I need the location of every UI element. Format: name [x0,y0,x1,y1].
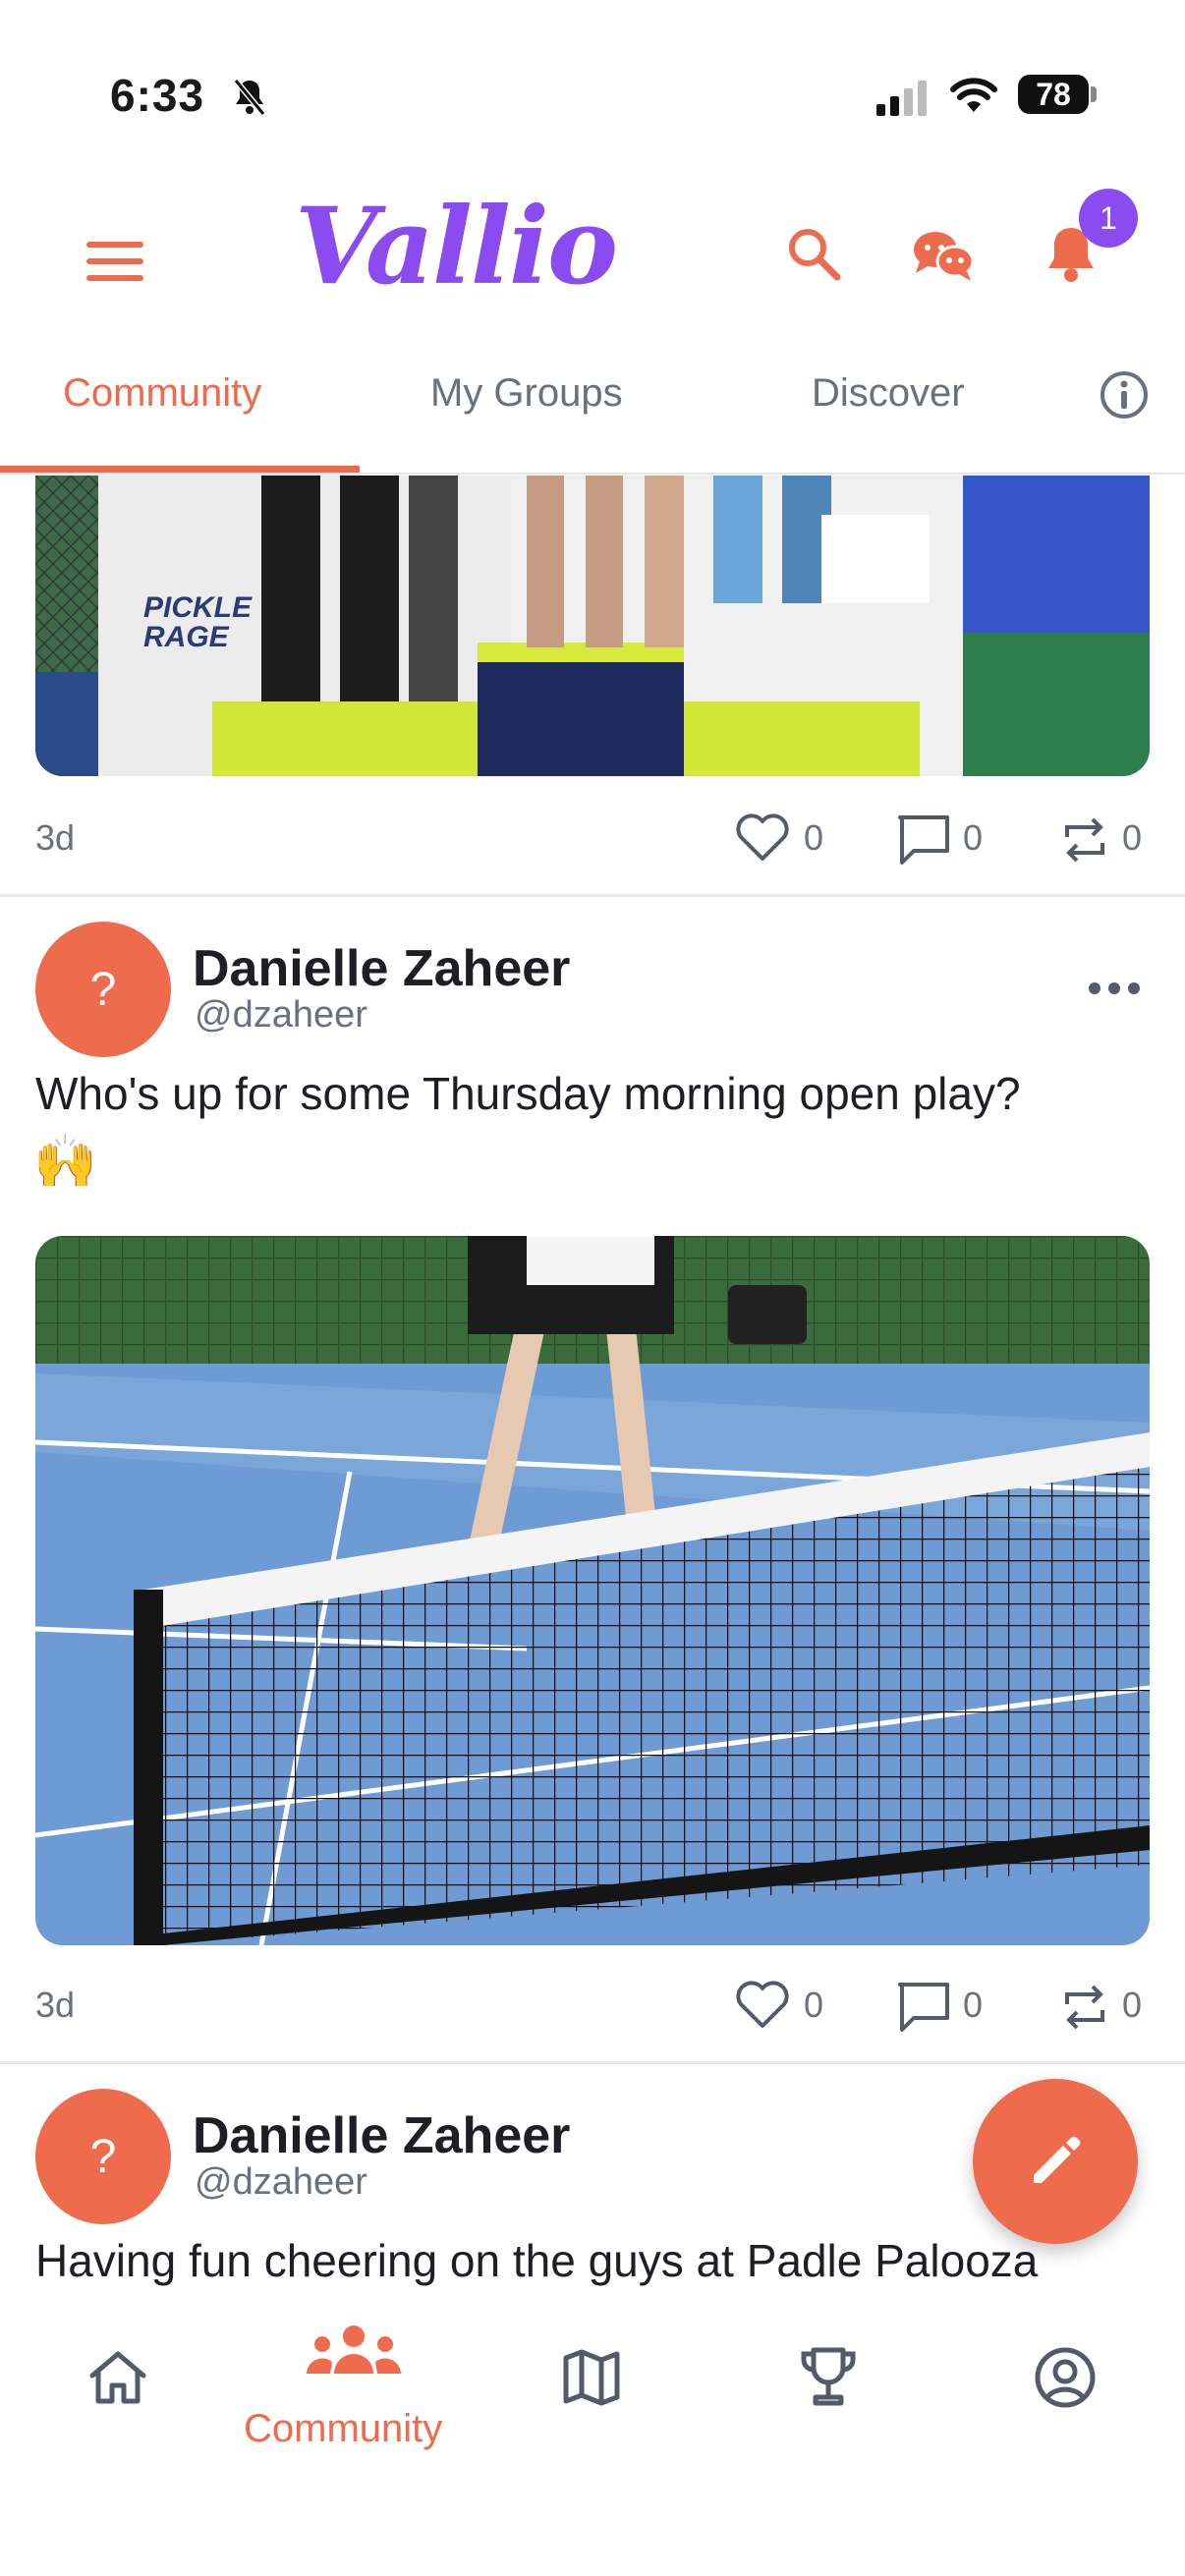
tab-discover[interactable]: Discover [812,371,965,416]
comment-icon[interactable] [896,813,951,867]
profile-icon[interactable] [1034,2346,1097,2409]
battery-indicator: 78 [1018,75,1089,114]
avatar[interactable]: ? [35,922,171,1057]
community-icon[interactable] [303,2324,405,2380]
post-2-comments: 0 [963,1985,984,2025]
comment-icon[interactable] [896,1981,951,2034]
author-name[interactable]: Danielle Zaheer [193,939,570,998]
post-1-comments: 0 [963,817,984,858]
tab-divider [0,473,1185,475]
author-handle: @dzaheer [195,2161,367,2203]
nav-label-community[interactable]: Community [244,2407,442,2451]
post-text: Having fun cheering on the guys at Padle… [35,2235,1039,2286]
battery-tip [1091,86,1097,102]
menu-icon[interactable] [86,240,145,283]
post-image-podium[interactable]: PICKLE RAGE [35,476,1150,776]
compose-post-button[interactable] [973,2079,1138,2244]
post-image-court[interactable] [35,1236,1150,1945]
like-icon[interactable] [735,1981,790,2030]
post-1-reposts: 0 [1122,817,1143,858]
more-options-icon[interactable] [1087,979,1142,998]
trophy-icon[interactable] [798,2344,859,2409]
post-2-reposts: 0 [1122,1985,1143,2025]
app-logo: Vallio [295,185,618,308]
repost-icon[interactable] [1061,1983,1108,2032]
post-emoji: 🙌 [33,1134,97,1191]
post-1-time: 3d [35,817,76,858]
post-divider [0,894,1185,897]
podium-banner-text: PICKLE RAGE [143,591,253,653]
post-divider [0,2061,1185,2064]
post-2-likes: 0 [804,1985,824,2025]
chat-icon[interactable] [912,228,975,283]
search-icon[interactable] [786,226,841,281]
like-icon[interactable] [735,813,790,863]
bottom-navigation [0,2289,1185,2576]
home-icon[interactable] [86,2348,149,2405]
post-2-time: 3d [35,1985,76,2025]
post-text: Who's up for some Thursday morning open … [35,1068,1021,1119]
repost-icon[interactable] [1061,815,1108,865]
author-handle: @dzaheer [195,994,367,1036]
post-1-likes: 0 [804,817,824,858]
pencil-icon [1034,2136,1081,2183]
tab-community[interactable]: Community [63,371,261,416]
map-icon[interactable] [562,2348,621,2407]
wifi-icon [950,78,997,112]
signal-icon [876,81,927,116]
author-name[interactable]: Danielle Zaheer [193,2106,570,2165]
avatar[interactable]: ? [35,2089,171,2224]
notification-badge: 1 [1079,189,1138,248]
tab-my-groups[interactable]: My Groups [430,371,623,416]
active-tab-indicator [0,466,360,473]
status-time: 6:33 [110,70,205,121]
info-icon[interactable] [1099,369,1150,420]
silent-bell-icon [233,79,266,116]
